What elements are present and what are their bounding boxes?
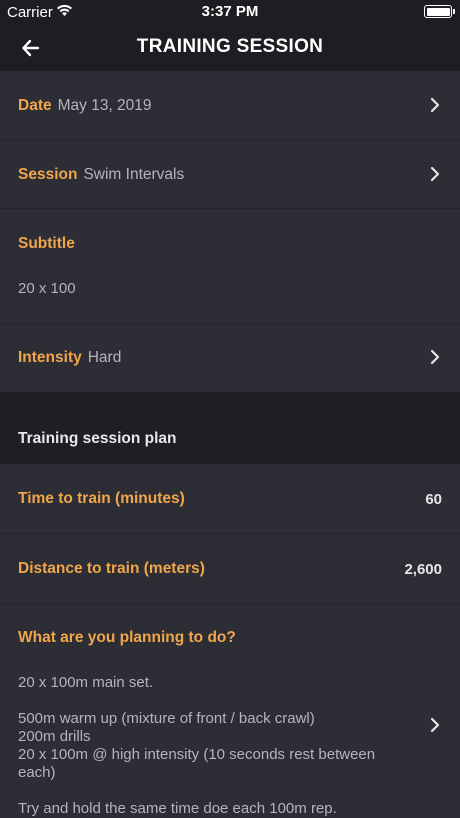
planning-line-5: Try and hold the same time doe each 100m… bbox=[18, 800, 337, 817]
intensity-label: Intensity bbox=[18, 349, 82, 366]
training-plan-header: Training session plan bbox=[18, 430, 177, 447]
date-value: May 13, 2019 bbox=[57, 97, 152, 114]
subtitle-row[interactable]: Subtitle 20 x 100 bbox=[0, 209, 460, 324]
status-bar: Carrier 3:37 PM bbox=[0, 0, 460, 24]
session-value: Swim Intervals bbox=[83, 166, 185, 183]
planning-label: What are you planning to do? bbox=[18, 629, 236, 646]
chevron-right-icon bbox=[430, 97, 440, 113]
distance-to-train-value: 2,600 bbox=[404, 561, 442, 578]
chevron-right-icon bbox=[430, 166, 440, 182]
planning-row[interactable]: What are you planning to do? 20 x 100m m… bbox=[0, 604, 460, 818]
date-row[interactable]: Date May 13, 2019 bbox=[0, 71, 460, 140]
session-label: Session bbox=[18, 166, 78, 183]
distance-to-train-label: Distance to train (meters) bbox=[18, 560, 205, 577]
planning-line-1: 20 x 100m main set. bbox=[18, 674, 154, 691]
nav-bar: TRAINING SESSION bbox=[0, 24, 460, 71]
subtitle-label: Subtitle bbox=[18, 235, 75, 252]
planning-line-3: 200m drills bbox=[18, 728, 91, 745]
date-label: Date bbox=[18, 97, 52, 114]
subtitle-value[interactable]: 20 x 100 bbox=[18, 280, 400, 298]
session-row[interactable]: Session Swim Intervals bbox=[0, 140, 460, 209]
chevron-right-icon bbox=[430, 717, 440, 733]
time-to-train-value: 60 bbox=[425, 491, 442, 508]
page-title: TRAINING SESSION bbox=[136, 36, 324, 57]
time-to-train-label: Time to train (minutes) bbox=[18, 490, 185, 507]
intensity-row[interactable]: Intensity Hard bbox=[0, 324, 460, 393]
clock: 3:37 PM bbox=[201, 3, 259, 20]
intensity-value: Hard bbox=[87, 349, 122, 366]
chevron-right-icon bbox=[430, 349, 440, 365]
battery-icon bbox=[424, 5, 455, 18]
planning-line-4: 20 x 100m @ high intensity (10 seconds r… bbox=[18, 746, 376, 781]
distance-to-train-row[interactable]: Distance to train (meters) 2,600 bbox=[0, 534, 460, 604]
planning-line-2: 500m warm up (mixture of front / back cr… bbox=[18, 710, 315, 727]
time-to-train-row[interactable]: Time to train (minutes) 60 bbox=[0, 464, 460, 534]
section-header: Training session plan bbox=[0, 393, 460, 464]
